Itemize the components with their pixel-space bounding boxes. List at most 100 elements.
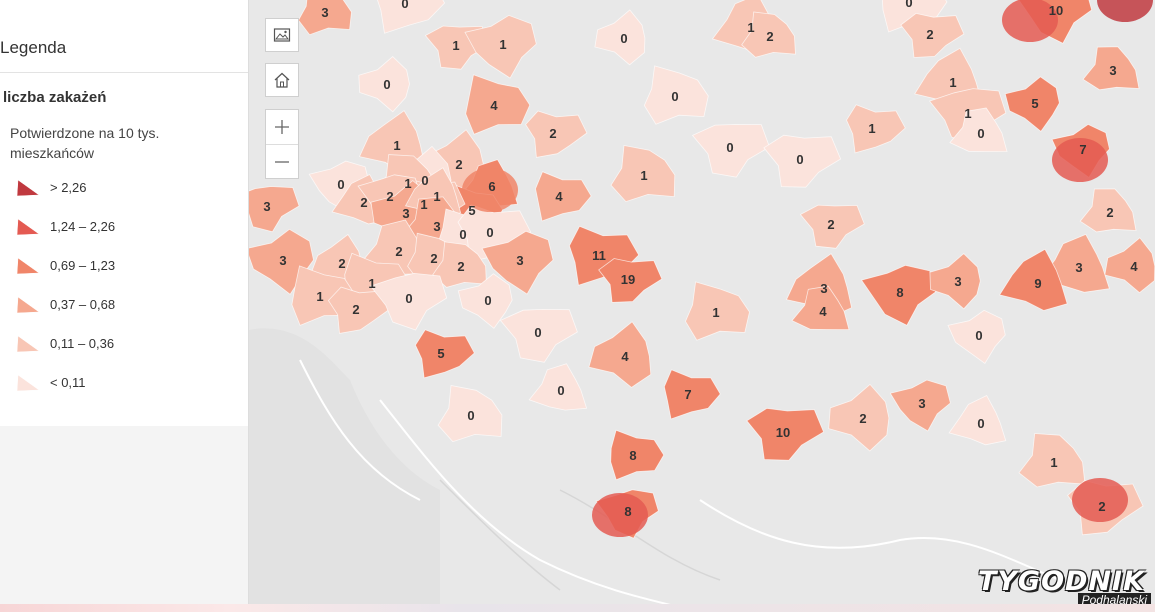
district-value-label: 3 bbox=[954, 274, 961, 289]
district-value-label: 2 bbox=[338, 256, 345, 271]
district-value-label: 11 bbox=[592, 248, 606, 263]
district-value-label: 3 bbox=[263, 199, 270, 214]
district-value-label: 0 bbox=[977, 416, 984, 431]
district-value-label: 5 bbox=[1031, 96, 1038, 111]
district-value-label: 1 bbox=[868, 121, 875, 136]
district-value-label: 1 bbox=[949, 75, 956, 90]
district-value-label: 0 bbox=[726, 140, 733, 155]
district-value-label: 0 bbox=[421, 173, 428, 188]
home-icon bbox=[274, 72, 290, 88]
district-value-label: 2 bbox=[1098, 499, 1105, 514]
district-value-label: 5 bbox=[437, 346, 444, 361]
district-region-highlight[interactable] bbox=[592, 493, 648, 537]
legend-card: Legenda liczba zakażeń Potwierdzone na 1… bbox=[0, 0, 248, 426]
legend-panel: Legenda liczba zakażeń Potwierdzone na 1… bbox=[0, 0, 249, 612]
district-value-label: 2 bbox=[766, 29, 773, 44]
legend-class-0: > 2,26 bbox=[15, 175, 87, 199]
district-value-label: 10 bbox=[776, 425, 790, 440]
legend-swatch bbox=[16, 179, 40, 197]
district-value-label: 0 bbox=[401, 0, 408, 11]
district-value-label: 0 bbox=[977, 126, 984, 141]
district-value-label: 2 bbox=[549, 126, 556, 141]
plus-icon bbox=[275, 120, 289, 134]
district-value-label: 9 bbox=[1034, 276, 1041, 291]
district-value-label: 2 bbox=[430, 251, 437, 266]
district-value-label: 1 bbox=[712, 305, 719, 320]
district-value-label: 1 bbox=[1050, 455, 1057, 470]
district-value-label: 3 bbox=[516, 253, 523, 268]
district-value-label: 0 bbox=[459, 227, 466, 242]
district-value-label: 1 bbox=[747, 20, 754, 35]
district-value-label: 0 bbox=[534, 325, 541, 340]
legend-divider bbox=[0, 72, 248, 73]
legend-swatch bbox=[16, 218, 40, 236]
district-value-label: 2 bbox=[457, 259, 464, 274]
district-value-label: 8 bbox=[629, 448, 636, 463]
district-value-label: 3 bbox=[918, 396, 925, 411]
legend-class-3: 0,37 – 0,68 bbox=[15, 292, 115, 316]
legend-description: Potwierdzone na 10 tys. mieszkańców bbox=[10, 125, 160, 161]
district-value-label: 4 bbox=[621, 349, 629, 364]
minus-icon bbox=[275, 161, 289, 163]
district-value-label: 1 bbox=[393, 138, 400, 153]
district-value-label: 1 bbox=[433, 189, 440, 204]
legend-class-label: < 0,11 bbox=[50, 374, 86, 390]
district-value-label: 0 bbox=[671, 89, 678, 104]
bottom-strip bbox=[0, 604, 1155, 612]
district-value-label: 2 bbox=[1106, 205, 1113, 220]
legend-class-1: 1,24 – 2,26 bbox=[15, 214, 115, 238]
legend-class-label: 1,24 – 2,26 bbox=[50, 218, 116, 234]
district-value-label: 2 bbox=[395, 244, 402, 259]
district-value-label: 6 bbox=[488, 179, 495, 194]
district-value-label: 10 bbox=[1049, 3, 1063, 18]
district-value-label: 3 bbox=[402, 206, 409, 221]
legend-swatch bbox=[16, 296, 40, 314]
district-value-label: 0 bbox=[467, 408, 474, 423]
district-value-label: 2 bbox=[455, 157, 462, 172]
district-value-label: 0 bbox=[405, 291, 412, 306]
district-value-label: 7 bbox=[1079, 142, 1086, 157]
district-value-label: 1 bbox=[452, 38, 459, 53]
district-value-label: 0 bbox=[486, 225, 493, 240]
district-value-label: 2 bbox=[386, 189, 393, 204]
legend-swatch bbox=[16, 374, 40, 392]
district-value-label: 3 bbox=[279, 253, 286, 268]
legend-class-label: 0,37 – 0,68 bbox=[50, 296, 116, 312]
zoom-out-button[interactable] bbox=[266, 145, 298, 179]
district-value-label: 0 bbox=[905, 0, 912, 10]
district-value-label: 4 bbox=[1130, 259, 1138, 274]
district-value-label: 4 bbox=[555, 189, 563, 204]
district-value-label: 0 bbox=[975, 328, 982, 343]
district-value-label: 4 bbox=[819, 304, 827, 319]
legend-swatch bbox=[16, 335, 40, 353]
district-value-label: 8 bbox=[624, 504, 631, 519]
district-value-label: 2 bbox=[360, 195, 367, 210]
district-value-label: 1 bbox=[964, 106, 971, 121]
legend-class-2: 0,69 – 1,23 bbox=[15, 253, 115, 277]
district-value-label: 3 bbox=[1109, 63, 1116, 78]
district-value-label: 2 bbox=[926, 27, 933, 42]
district-value-label: 3 bbox=[1075, 260, 1082, 275]
district-value-label: 1 bbox=[420, 197, 427, 212]
basemap-gallery-button[interactable] bbox=[265, 18, 299, 52]
district-value-label: 7 bbox=[684, 387, 691, 402]
zoom-in-button[interactable] bbox=[266, 110, 298, 144]
district-value-label: 3 bbox=[433, 219, 440, 234]
district-value-label: 3 bbox=[321, 5, 328, 20]
legend-layer-name: liczba zakażeń bbox=[3, 89, 107, 106]
legend-class-label: > 2,26 bbox=[50, 179, 87, 195]
district-value-label: 1 bbox=[316, 289, 323, 304]
district-value-label: 1 bbox=[404, 176, 411, 191]
zoom-controls bbox=[265, 109, 299, 179]
district-value-label: 1 bbox=[499, 37, 506, 52]
district-value-label: 4 bbox=[490, 98, 498, 113]
district-value-label: 1 bbox=[640, 168, 647, 183]
district-value-label: 5 bbox=[468, 203, 475, 218]
district-value-label: 8 bbox=[896, 285, 903, 300]
legend-title: Legenda bbox=[0, 38, 67, 57]
choropleth-map[interactable]: 301 1 01202100 13421510010 7261400 0215123130… bbox=[249, 0, 1155, 612]
district-value-label: 2 bbox=[352, 302, 359, 317]
district-value-label: 2 bbox=[859, 411, 866, 426]
legend-class-4: 0,11 – 0,36 bbox=[15, 331, 114, 355]
home-button[interactable] bbox=[265, 63, 299, 97]
